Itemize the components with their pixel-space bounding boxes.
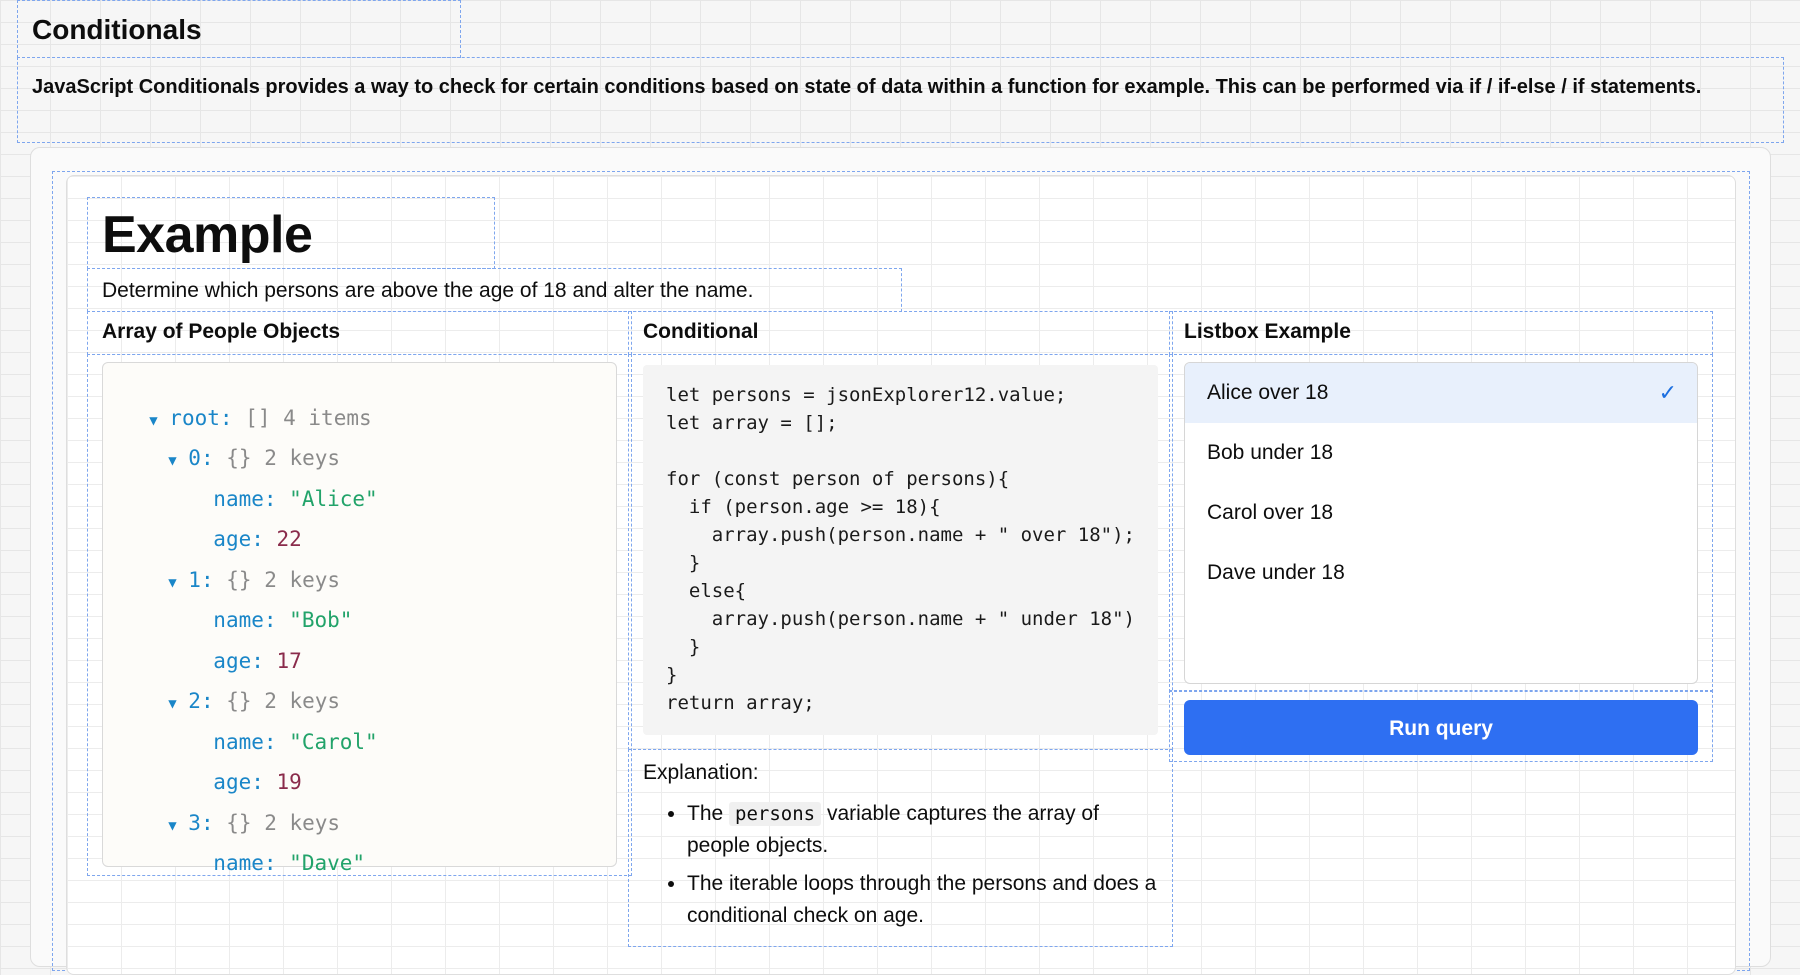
explanation-list: The persons variable captures the array … bbox=[643, 798, 1158, 938]
json-string-value: "Carol" bbox=[289, 730, 378, 754]
json-string-value: "Dave" bbox=[289, 851, 366, 875]
code-text: let persons = jsonExplorer12.value; let … bbox=[666, 384, 1135, 714]
listbox[interactable]: Alice over 18 ✓ Bob under 18 Carol over … bbox=[1184, 362, 1698, 684]
caret-down-icon[interactable]: ▼ bbox=[168, 453, 188, 469]
inline-code: persons bbox=[729, 802, 822, 826]
bullet-text: The bbox=[687, 802, 724, 825]
json-key: name: bbox=[213, 851, 277, 875]
listbox-option[interactable]: Alice over 18 ✓ bbox=[1185, 363, 1697, 423]
array-column-heading: Array of People Objects bbox=[102, 320, 341, 343]
json-field-row: name: "Dave" bbox=[188, 827, 365, 875]
listbox-option[interactable]: Dave under 18 bbox=[1185, 543, 1697, 603]
run-query-button[interactable]: Run query bbox=[1184, 700, 1698, 755]
page-description: JavaScript Conditionals provides a way t… bbox=[32, 76, 1702, 98]
caret-down-icon[interactable]: ▼ bbox=[168, 818, 188, 834]
option-label: Bob under 18 bbox=[1207, 441, 1334, 464]
page-title: Conditionals bbox=[32, 14, 202, 45]
listbox-option[interactable]: Carol over 18 bbox=[1185, 483, 1697, 543]
conditional-column-heading: Conditional bbox=[643, 320, 759, 343]
listbox-column-heading: Listbox Example bbox=[1184, 320, 1351, 343]
example-description: Determine which persons are above the ag… bbox=[102, 279, 754, 302]
check-icon: ✓ bbox=[1658, 380, 1677, 405]
option-label: Carol over 18 bbox=[1207, 501, 1334, 524]
example-title: Example bbox=[102, 206, 313, 264]
caret-down-icon[interactable]: ▼ bbox=[168, 696, 188, 712]
listbox-option[interactable]: Bob under 18 bbox=[1185, 423, 1697, 483]
explanation-bullet: The iterable loops through the persons a… bbox=[687, 868, 1158, 932]
option-label: Dave under 18 bbox=[1207, 561, 1345, 584]
explanation-heading: Explanation: bbox=[643, 761, 759, 784]
caret-down-icon[interactable]: ▼ bbox=[168, 575, 188, 591]
option-label: Alice over 18 bbox=[1207, 381, 1329, 404]
explanation-bullet: The persons variable captures the array … bbox=[687, 798, 1158, 862]
json-string-value: "Alice" bbox=[289, 487, 378, 511]
